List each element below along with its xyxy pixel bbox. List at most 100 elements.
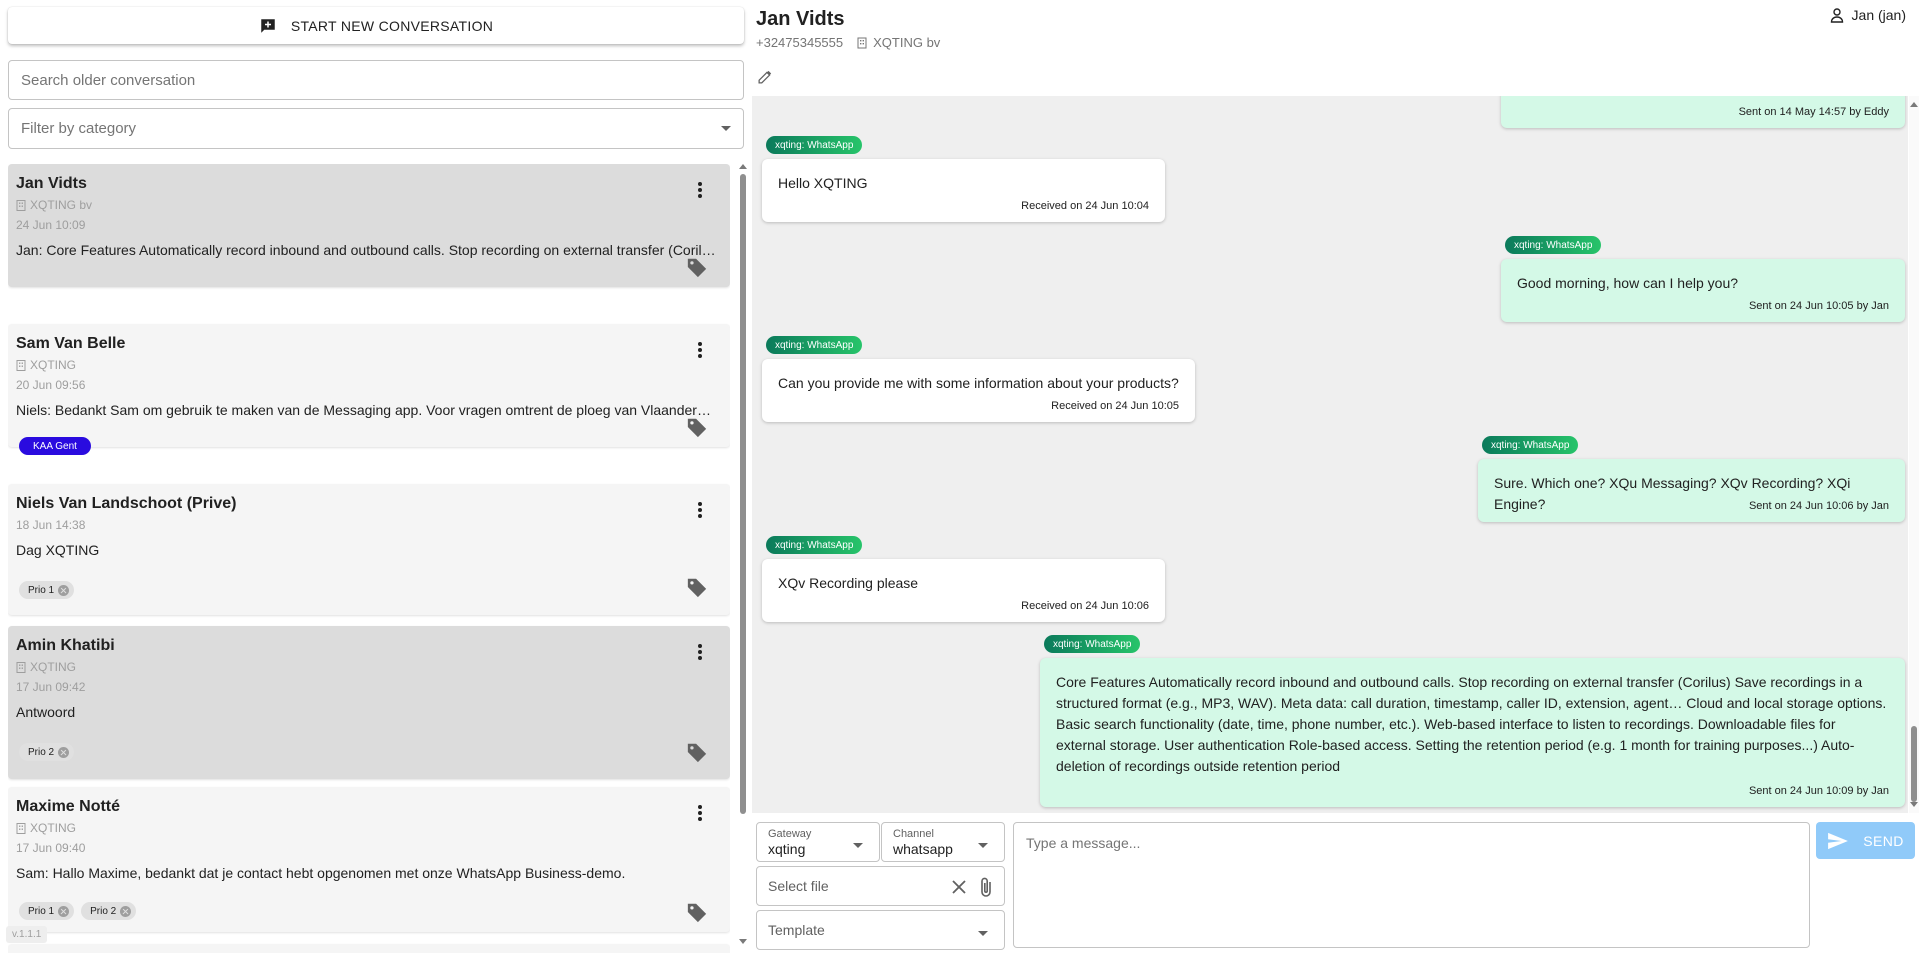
- building-icon: [16, 822, 26, 834]
- conversation-date: 20 Jun 09:56: [16, 378, 86, 392]
- conversation-date: 24 Jun 10:09: [16, 218, 86, 232]
- message-text: XQv Recording please: [778, 575, 919, 591]
- contact-meta: +32475345555 XQTING bv: [756, 35, 940, 50]
- contact-company-label: XQTING bv: [873, 35, 941, 50]
- tag-icon[interactable]: [686, 256, 708, 278]
- channel-badge: xqting: WhatsApp: [766, 536, 863, 554]
- message-bubble-incoming: XQv Recording please Received on 24 Jun …: [762, 559, 1165, 622]
- edit-pencil-icon[interactable]: [757, 68, 774, 85]
- tag-icon[interactable]: [686, 901, 708, 923]
- conversation-item[interactable]: Sam Van Belle XQTING 20 Jun 09:56 Niels:…: [8, 324, 730, 455]
- category-filter-select[interactable]: Filter by category: [8, 108, 744, 149]
- message-meta: Received on 24 Jun 10:06: [1021, 600, 1149, 612]
- tag-icon[interactable]: [686, 576, 708, 598]
- clear-icon[interactable]: [951, 879, 967, 895]
- tag-chip[interactable]: KAA Gent: [19, 437, 91, 455]
- message-thread: Sent on 14 May 14:57 by Eddy xqting: Wha…: [752, 96, 1908, 813]
- start-new-conversation-button[interactable]: START NEW CONVERSATION: [8, 7, 744, 44]
- more-vert-icon[interactable]: [698, 805, 702, 821]
- message-bubble-outgoing: Core Features Automatically record inbou…: [1040, 658, 1905, 807]
- message-meta: Received on 24 Jun 10:04: [1021, 200, 1149, 212]
- scroll-down-icon[interactable]: [739, 939, 747, 944]
- conversation-list-scrollbar[interactable]: [739, 164, 747, 944]
- tag-chip[interactable]: Prio 2: [19, 743, 75, 761]
- chevron-down-icon: [853, 843, 863, 848]
- template-placeholder: Template: [768, 922, 825, 938]
- person-icon: [1830, 7, 1843, 23]
- building-icon: [16, 199, 26, 211]
- conversation-preview: Dag XQTING: [16, 542, 100, 558]
- scrollbar-thumb[interactable]: [740, 174, 746, 814]
- scroll-up-icon[interactable]: [739, 164, 747, 169]
- channel-value: whatsapp: [893, 841, 953, 857]
- message-meta: Sent on 24 Jun 10:06 by Jan: [1748, 500, 1889, 512]
- message-input[interactable]: [1014, 823, 1809, 947]
- more-vert-icon[interactable]: [698, 182, 702, 198]
- tag-icon[interactable]: [686, 416, 708, 438]
- tag-chip[interactable]: Prio 1: [19, 581, 75, 599]
- remove-tag-icon[interactable]: [120, 905, 132, 917]
- conversation-item[interactable]: Niels Van Landschoot (Prive) 18 Jun 14:3…: [8, 484, 730, 615]
- building-icon: [857, 37, 867, 48]
- send-button[interactable]: SEND: [1816, 822, 1915, 859]
- scrollbar-thumb[interactable]: [1911, 726, 1917, 802]
- user-menu[interactable]: Jan (jan): [1830, 7, 1906, 23]
- building-icon: [16, 359, 26, 371]
- conversation-date: 18 Jun 14:38: [16, 518, 86, 532]
- scroll-down-icon[interactable]: [1910, 802, 1918, 807]
- scroll-up-icon[interactable]: [1910, 102, 1918, 107]
- message-meta: Sent on 24 Jun 10:05 by Jan: [1748, 300, 1889, 312]
- tag-chip-label: Prio 1: [28, 905, 55, 917]
- user-name: Jan (jan): [1851, 7, 1906, 23]
- add-comment-icon: [261, 18, 275, 33]
- tag-icon[interactable]: [686, 741, 708, 763]
- conversation-list: Jan Vidts XQTING bv 24 Jun 10:09 Jan: Co…: [8, 164, 730, 953]
- contact-company: XQTING bv: [857, 35, 940, 50]
- tag-chip[interactable]: Prio 2: [81, 902, 137, 920]
- conversation-sidebar: START NEW CONVERSATION Filter by categor…: [0, 0, 752, 953]
- channel-badge: xqting: WhatsApp: [1482, 436, 1579, 454]
- send-button-label: SEND: [1863, 832, 1904, 849]
- conversation-company: XQTING: [16, 358, 76, 372]
- conversation-name: Maxime Notté: [16, 798, 121, 815]
- building-icon: [16, 661, 26, 673]
- conversation-item[interactable]: Maxime Notté XQTING 17 Jun 09:40 Sam: Ha…: [8, 787, 730, 932]
- gateway-select[interactable]: Gateway xqting: [756, 822, 880, 862]
- conversation-preview: Niels: Bedankt Sam om gebruik te maken v…: [16, 402, 716, 418]
- message-bubble-incoming: Can you provide me with some information…: [762, 359, 1195, 422]
- message-text: Can you provide me with some information…: [778, 375, 1179, 391]
- chevron-down-icon: [721, 126, 731, 131]
- conversation-item[interactable]: [8, 944, 730, 953]
- channel-badge: xqting: WhatsApp: [766, 336, 863, 354]
- message-thread-scrollbar[interactable]: [1909, 96, 1919, 813]
- remove-tag-icon[interactable]: [58, 584, 70, 596]
- conversation-item[interactable]: Jan Vidts XQTING bv 24 Jun 10:09 Jan: Co…: [8, 164, 730, 287]
- search-input[interactable]: [9, 61, 743, 99]
- tag-chip-label: Prio 2: [90, 905, 117, 917]
- channel-select[interactable]: Channel whatsapp: [881, 822, 1005, 862]
- file-select-field[interactable]: Select file: [756, 866, 1005, 906]
- message-text: Core Features Automatically record inbou…: [1056, 674, 1887, 774]
- conversation-item[interactable]: Amin Khatibi XQTING 17 Jun 09:42 Antwoor…: [8, 626, 730, 779]
- conversation-company: XQTING: [16, 821, 76, 835]
- gateway-label: Gateway: [768, 828, 812, 840]
- more-vert-icon[interactable]: [698, 502, 702, 518]
- remove-tag-icon[interactable]: [58, 746, 70, 758]
- template-select[interactable]: Template: [756, 910, 1005, 950]
- more-vert-icon[interactable]: [698, 644, 702, 660]
- remove-tag-icon[interactable]: [58, 905, 70, 917]
- message-bubble-incoming: Hello XQTING Received on 24 Jun 10:04: [762, 159, 1165, 222]
- conversation-date: 17 Jun 09:42: [16, 680, 86, 694]
- tag-chips: Prio 2: [19, 743, 75, 761]
- tag-chips: Prio 1: [19, 581, 75, 599]
- search-field: [8, 60, 744, 100]
- tag-chip[interactable]: Prio 1: [19, 902, 75, 920]
- attach-file-icon[interactable]: [979, 876, 993, 898]
- conversation-preview: Sam: Hallo Maxime, bedankt dat je contac…: [16, 865, 626, 881]
- message-bubble-outgoing: Good morning, how can I help you? Sent o…: [1501, 259, 1905, 322]
- contact-name: Jan Vidts: [756, 8, 845, 30]
- message-meta: Sent on 14 May 14:57 by Eddy: [1738, 106, 1889, 118]
- more-vert-icon[interactable]: [698, 342, 702, 358]
- conversation-preview: Antwoord: [16, 704, 76, 720]
- conversation-panel: Jan Vidts +32475345555 XQTING bv Jan (ja…: [752, 0, 1920, 953]
